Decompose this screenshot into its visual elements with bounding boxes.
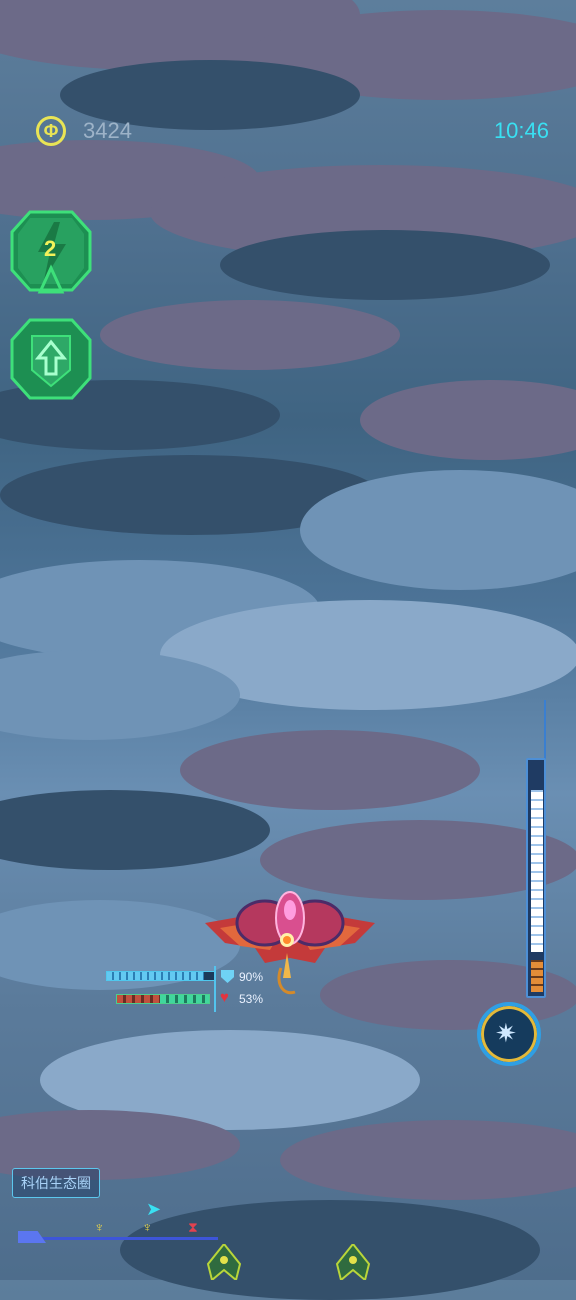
- gauge-reserve: [531, 960, 543, 992]
- top-hud: Φ 3424 10:46: [0, 112, 576, 152]
- game-timer: 10:46: [493, 118, 549, 143]
- enemy-ship: [204, 1242, 244, 1282]
- boss-icon: ⧗: [188, 1219, 198, 1235]
- player-position-icon: ➤: [146, 1199, 162, 1219]
- level-progress: ♆ ♆ ➤ ⧗: [14, 1199, 224, 1247]
- chat-message[interactable]: 科伯生态圈: [12, 1168, 100, 1198]
- checkpoint-icon: ♆: [94, 1219, 105, 1235]
- shield-bar-fill: [107, 972, 205, 980]
- health-bar: [116, 994, 210, 1004]
- burst-icon: ✷: [495, 1018, 517, 1048]
- health-bar-fill-green: [160, 995, 209, 1003]
- gauge-fill: [531, 790, 543, 952]
- shield-percent: 90%: [239, 970, 264, 984]
- bomb-powerup-button[interactable]: 2: [8, 208, 94, 294]
- checkpoint-icon: ♆: [142, 1219, 153, 1235]
- progress-start-marker: [18, 1231, 46, 1243]
- upgrade-powerup-button[interactable]: [8, 316, 94, 402]
- health-percent: 53%: [239, 992, 264, 1006]
- coin-count: 3424: [83, 118, 132, 143]
- enemy-ship: [333, 1242, 373, 1282]
- special-attack-button[interactable]: ✷: [477, 1002, 541, 1066]
- progress-track: [22, 1237, 218, 1240]
- power-gauge: [512, 700, 552, 1000]
- gauge-frame: [526, 758, 546, 998]
- heart-icon: ♥: [220, 989, 229, 1006]
- shield-bar: [106, 971, 216, 981]
- player-ship: [195, 888, 385, 998]
- bomb-count: 2: [44, 236, 57, 261]
- coin-icon: Φ: [36, 116, 66, 146]
- up-arrow-shield-icon: [10, 318, 92, 400]
- gauge-line: [544, 700, 546, 760]
